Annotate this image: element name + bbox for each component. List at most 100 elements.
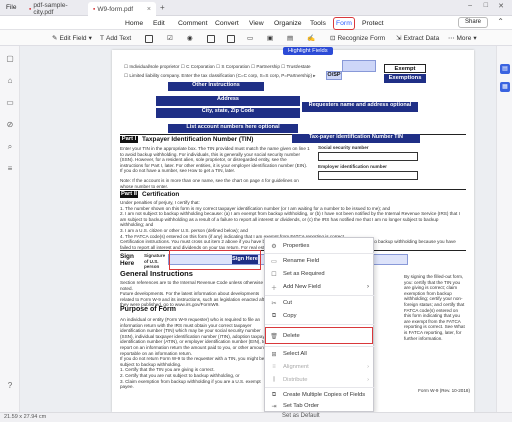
tab-title: pdf-sample-city.pdf	[33, 2, 68, 16]
right-column-text: By signing the filled-out form, you: cer…	[404, 274, 465, 341]
bookmark-icon[interactable]: ⌂	[5, 76, 15, 86]
page-size-readout: 21.59 x 27.94 cm	[4, 414, 47, 420]
menu-item-label: Alignment	[283, 364, 309, 371]
chevron-down-icon: ▾	[473, 35, 477, 42]
help-icon[interactable]: ?	[5, 381, 15, 391]
part1-label: Part I	[120, 136, 138, 143]
image-field-icon[interactable]: ▣	[267, 33, 273, 44]
menu-item-rename-field[interactable]: ▭ Rename Field	[265, 255, 375, 268]
close-icon[interactable]: ×	[147, 6, 151, 13]
new-tab-icon[interactable]: +	[160, 3, 165, 12]
more-label: More	[456, 35, 472, 42]
maximize-icon[interactable]: □	[484, 2, 488, 9]
menu-organize[interactable]: Organize	[274, 18, 302, 29]
extract-data-button[interactable]: ⇲ Extract Data	[396, 33, 439, 44]
search-icon[interactable]: ⌕	[5, 142, 15, 152]
form-footer: Form W-9 (Rev. 10-2018)	[418, 388, 470, 393]
menu-edit[interactable]: Edit	[153, 18, 165, 29]
checkbox-icon[interactable]: ☑	[167, 33, 173, 44]
layers-icon[interactable]: ≡	[5, 164, 15, 174]
separator	[265, 295, 375, 296]
menu-item-properties[interactable]: ⚙ Properties	[265, 240, 375, 253]
share-button[interactable]: Share	[457, 17, 488, 28]
edit-field-button[interactable]: ✎ Edit Field ▾	[52, 33, 92, 44]
tab-pdf-sample-city[interactable]: ▪ pdf-sample-city.pdf	[24, 2, 86, 16]
purpose-of-form-heading: Purpose of Form	[120, 306, 177, 313]
ssn-field[interactable]	[318, 152, 418, 161]
llc-class-field[interactable]: O/SP	[326, 71, 342, 80]
menu-home[interactable]: Home	[125, 18, 143, 29]
menu-form[interactable]: Form	[333, 17, 355, 30]
separator	[265, 253, 375, 254]
address-field[interactable]: Address	[156, 96, 300, 106]
extract-icon: ⇲	[396, 35, 402, 42]
exemptions-field[interactable]	[342, 60, 376, 72]
tin-field[interactable]: Tax-payer Identification Number TIN	[292, 134, 420, 143]
list-accounts-field[interactable]: List account numbers here optional	[168, 124, 298, 133]
menu-convert[interactable]: Convert	[215, 18, 239, 29]
menu-view[interactable]: View	[249, 18, 264, 29]
scissors-icon: ✂	[271, 300, 277, 307]
recognize-form-button[interactable]: ⊡ Recognize Form	[330, 33, 385, 44]
part1-note: Note: If the account is in more than one…	[120, 178, 299, 189]
menu-tools[interactable]: Tools	[310, 18, 326, 29]
add-text-button[interactable]: T Add Text	[100, 33, 131, 44]
menu-item-set-required[interactable]: ☐ Set as Required	[265, 268, 375, 281]
menu-item-copy[interactable]: ⧉ Copy	[265, 310, 375, 323]
part1-title: Taxpayer Identification Number (TIN)	[142, 136, 254, 143]
comment-icon[interactable]: ▭	[5, 98, 15, 108]
fields-panel-icon[interactable]: ▦	[500, 82, 510, 92]
more-button[interactable]: ⋯ More ▾	[448, 33, 477, 44]
chevron-up-icon[interactable]: ⌃	[497, 17, 504, 26]
delete-highlight-outline	[265, 327, 373, 344]
part2-title: Certification	[142, 191, 180, 198]
minimize-icon[interactable]: –	[468, 2, 472, 9]
menu-item-cut[interactable]: ✂ Cut	[265, 297, 375, 310]
radio-button-icon[interactable]: ◉	[187, 33, 193, 44]
attachment-icon[interactable]: ⊘	[5, 120, 15, 130]
city-state-zip-field[interactable]: City, state, Zip Code	[156, 108, 300, 118]
requester-field[interactable]: Requesters name and address optional	[302, 102, 418, 112]
date-field-icon[interactable]: ▤	[287, 33, 293, 44]
menu-item-add-new-field[interactable]: ＋ Add New Field ›	[265, 281, 375, 294]
ein-field[interactable]	[318, 171, 418, 180]
rename-icon: ▭	[271, 258, 277, 265]
menu-item-label: Cut	[283, 300, 293, 307]
context-menu: ⚙ Properties ▭ Rename Field ☐ Set as Requir…	[264, 237, 375, 413]
thumbnail-icon[interactable]: ▢	[5, 54, 15, 64]
ssn-label: Social security number	[318, 145, 369, 150]
file-menu[interactable]: File	[6, 4, 16, 11]
close-window-icon[interactable]: ✕	[498, 2, 504, 10]
sign-here-label: Sign Here	[120, 253, 135, 267]
other-instructions-field[interactable]: Other Instructions	[168, 82, 264, 91]
list-box-icon[interactable]	[207, 33, 215, 44]
pdf-icon: ▪	[29, 5, 32, 13]
properties-panel-icon[interactable]: ▤	[500, 64, 510, 74]
combo-box-icon[interactable]	[227, 33, 235, 44]
button-field-icon[interactable]: ▭	[247, 33, 253, 44]
menu-comment[interactable]: Comment	[178, 18, 207, 29]
document-canvas[interactable]: ☐ Individual/sole proprietor ☐ C Corpora…	[20, 46, 496, 412]
menu-protect[interactable]: Protect	[362, 18, 384, 29]
text-field-icon[interactable]	[145, 33, 153, 44]
highlight-fields-button[interactable]: Highlight Fields	[283, 47, 333, 55]
menu-item-alignment: ≡ Alignment ›	[265, 361, 375, 374]
purpose-text: An individual or entity (Form W-9 reques…	[120, 317, 269, 390]
pdf-icon: ▪	[93, 5, 96, 13]
tax-class-line: ☐ Individual/sole proprietor ☐ C Corpora…	[124, 64, 311, 69]
part1-text: Enter your TIN in the appropriate box. T…	[120, 146, 310, 174]
add-icon: ＋	[270, 285, 277, 292]
more-icon: ⋯	[448, 35, 455, 42]
menu-item-select-all[interactable]: ⊞ Select All	[265, 348, 375, 361]
recognize-form-label: Recognize Form	[337, 35, 386, 42]
tab-w9-form[interactable]: ▪ W9-form.pdf ×	[88, 2, 156, 16]
menu-item-set-tab-order[interactable]: ⇥ Set Tab Order	[265, 400, 375, 413]
recognize-icon: ⊡	[330, 35, 336, 42]
chevron-right-icon: ›	[367, 377, 369, 384]
set-default-label[interactable]: Set as Default	[282, 413, 320, 419]
signature-field-icon[interactable]: ✍	[307, 33, 315, 44]
signature-of-label: Signature of U.S. person	[144, 253, 166, 270]
chevron-right-icon: ›	[367, 284, 369, 291]
exemptions-label: Exemptions see	[384, 74, 426, 90]
select-all-icon: ⊞	[271, 351, 277, 358]
